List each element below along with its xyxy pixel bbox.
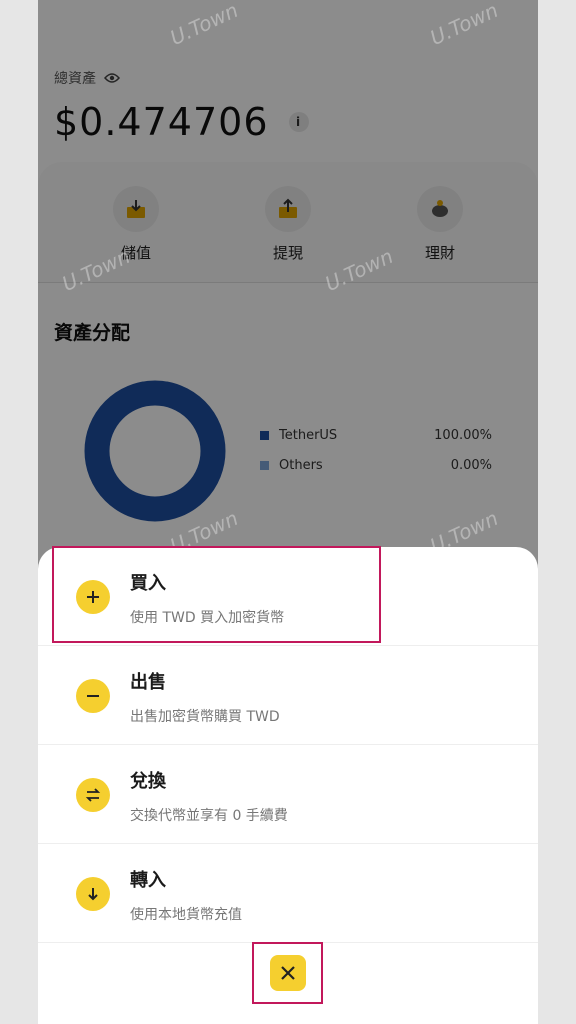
menu-item-sell[interactable]: 出售 出售加密貨幣購買 TWD xyxy=(38,646,538,745)
menu-subtitle-transfer-in: 使用本地貨幣充值 xyxy=(130,907,242,923)
swap-icon xyxy=(76,778,110,812)
menu-title-sell: 出售 xyxy=(130,672,166,693)
minus-icon xyxy=(76,679,110,713)
menu-title-transfer-in: 轉入 xyxy=(130,870,166,891)
menu-subtitle-swap: 交換代幣並享有 0 手續費 xyxy=(130,808,288,824)
highlight-box-buy xyxy=(52,546,381,643)
menu-title-swap: 兌換 xyxy=(130,771,166,792)
app-screen: 總資產 $0.474706 i 儲值 提現 理財 資產分配 TetherUS 1… xyxy=(38,0,538,1024)
menu-item-swap[interactable]: 兌換 交換代幣並享有 0 手續費 xyxy=(38,745,538,844)
menu-subtitle-sell: 出售加密貨幣購買 TWD xyxy=(130,709,280,725)
arrow-down-icon xyxy=(76,877,110,911)
menu-item-transfer-in[interactable]: 轉入 使用本地貨幣充值 xyxy=(38,844,538,943)
highlight-box-close xyxy=(252,942,323,1004)
